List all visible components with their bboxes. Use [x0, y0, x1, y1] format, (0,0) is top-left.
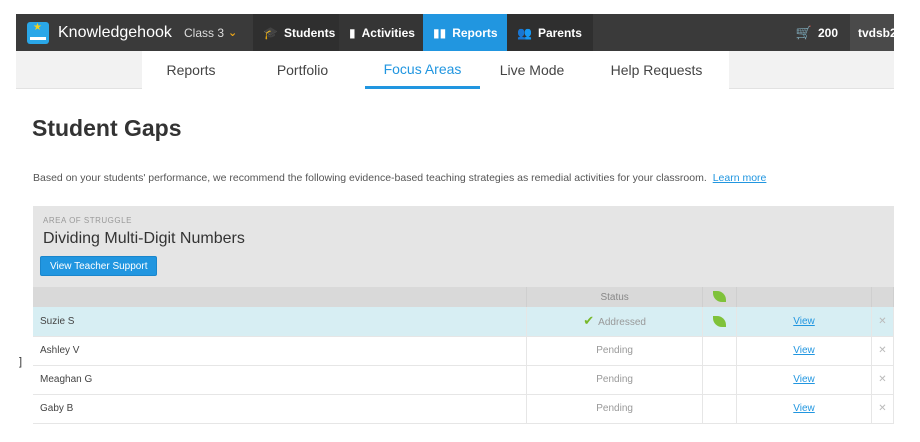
- cart-count: 200: [817, 25, 838, 40]
- status-cell: ✔ Addressed: [526, 307, 704, 336]
- tab-reports[interactable]: Reports: [142, 51, 240, 89]
- view-link[interactable]: View: [793, 316, 815, 327]
- status-text: Pending: [526, 365, 704, 394]
- subnav-tabs: Reports Portfolio Focus Areas Live Mode …: [142, 51, 729, 89]
- nav-activities-label: Activities: [361, 25, 415, 40]
- nav-students-label: Students: [283, 25, 336, 40]
- knowledgehook-logo-icon: [27, 21, 49, 44]
- view-cell: View: [736, 307, 872, 336]
- header-name: [33, 287, 528, 307]
- cart-icon: 🛒: [795, 24, 812, 40]
- header-status: Status: [526, 287, 704, 307]
- intro-body: Based on your students' performance, we …: [33, 172, 707, 184]
- leaf-icon: [713, 315, 727, 327]
- view-teacher-support-button[interactable]: View Teacher Support: [40, 256, 158, 276]
- check-icon: ✔: [583, 313, 595, 329]
- leaf-icon: [713, 291, 727, 303]
- view-cell: View: [736, 394, 872, 423]
- status-text: Pending: [526, 336, 704, 365]
- nav-reports-label: Reports: [452, 25, 498, 40]
- status-text: Pending: [526, 394, 704, 423]
- status-text: Addressed: [598, 317, 646, 329]
- nav-students[interactable]: 🎓 Students: [253, 14, 339, 51]
- chevron-down-icon: ⌄: [228, 27, 238, 39]
- view-link[interactable]: View: [793, 374, 815, 385]
- users-icon: 👥: [517, 25, 532, 40]
- top-nav: Knowledgehook Class 3 ⌄ 🎓 Students ▮ Act…: [16, 14, 894, 51]
- nav-parents-label: Parents: [537, 25, 582, 40]
- header-view: [736, 287, 872, 307]
- table-row: Suzie S ✔ Addressed View ✕: [33, 307, 895, 336]
- leaf-cell: [702, 307, 738, 336]
- page-title: Student Gaps: [32, 115, 182, 141]
- view-link[interactable]: View: [793, 345, 815, 356]
- view-cell: View: [736, 336, 872, 365]
- nav-parents[interactable]: 👥 Parents: [507, 14, 593, 51]
- table-row: Meaghan G Pending View ✕: [33, 365, 895, 394]
- graduation-cap-icon: 🎓: [263, 25, 278, 40]
- header-remove: [871, 287, 895, 307]
- learn-more-link[interactable]: Learn more: [713, 172, 767, 184]
- tab-help-requests[interactable]: Help Requests: [584, 51, 729, 89]
- tab-portfolio[interactable]: Portfolio: [240, 51, 365, 89]
- book-icon: ▮: [349, 25, 356, 40]
- table-row: Ashley V Pending View ✕: [33, 336, 895, 365]
- tab-focus-areas[interactable]: Focus Areas: [365, 51, 480, 89]
- tab-live-mode[interactable]: Live Mode: [480, 51, 584, 89]
- nav-activities[interactable]: ▮ Activities: [339, 14, 423, 51]
- leaf-cell: [702, 365, 738, 394]
- class-selector[interactable]: Class 3 ⌄: [176, 14, 253, 51]
- class-label: Class 3: [184, 25, 225, 40]
- bar-chart-icon: ▮▮: [433, 25, 447, 40]
- subnav-bar: Reports Portfolio Focus Areas Live Mode …: [16, 51, 894, 89]
- remove-icon[interactable]: ✕: [871, 336, 895, 365]
- leaf-cell: [702, 394, 738, 423]
- side-bracket: ]: [19, 356, 23, 368]
- table-row: Gaby B Pending View ✕: [33, 394, 895, 423]
- student-name: Suzie S: [33, 307, 528, 336]
- brand[interactable]: Knowledgehook: [16, 14, 176, 51]
- struggle-header: AREA OF STRUGGLE Dividing Multi-Digit Nu…: [33, 206, 894, 287]
- view-link[interactable]: View: [793, 403, 815, 414]
- remove-icon[interactable]: ✕: [871, 394, 895, 423]
- user-name: tvdsb2: [858, 25, 894, 40]
- table-header: Status: [33, 287, 895, 307]
- user-menu[interactable]: tvdsb2: [850, 14, 894, 51]
- view-cell: View: [736, 365, 872, 394]
- struggle-title: Dividing Multi-Digit Numbers: [43, 230, 245, 247]
- intro-text: Based on your students' performance, we …: [33, 172, 766, 184]
- student-name: Ashley V: [33, 336, 528, 365]
- header-leaf: [702, 287, 738, 307]
- cart-button[interactable]: 🛒 200: [796, 14, 850, 51]
- student-name: Meaghan G: [33, 365, 528, 394]
- remove-icon[interactable]: ✕: [871, 307, 895, 336]
- student-name: Gaby B: [33, 394, 528, 423]
- struggle-card: AREA OF STRUGGLE Dividing Multi-Digit Nu…: [33, 206, 895, 426]
- brand-name: Knowledgehook: [58, 23, 172, 41]
- leaf-cell: [702, 336, 738, 365]
- nav-reports[interactable]: ▮▮ Reports: [423, 14, 507, 51]
- struggle-kicker: AREA OF STRUGGLE: [43, 216, 132, 225]
- remove-icon[interactable]: ✕: [871, 365, 895, 394]
- student-table: Status Suzie S ✔ Addressed View ✕ Ashley …: [33, 287, 895, 424]
